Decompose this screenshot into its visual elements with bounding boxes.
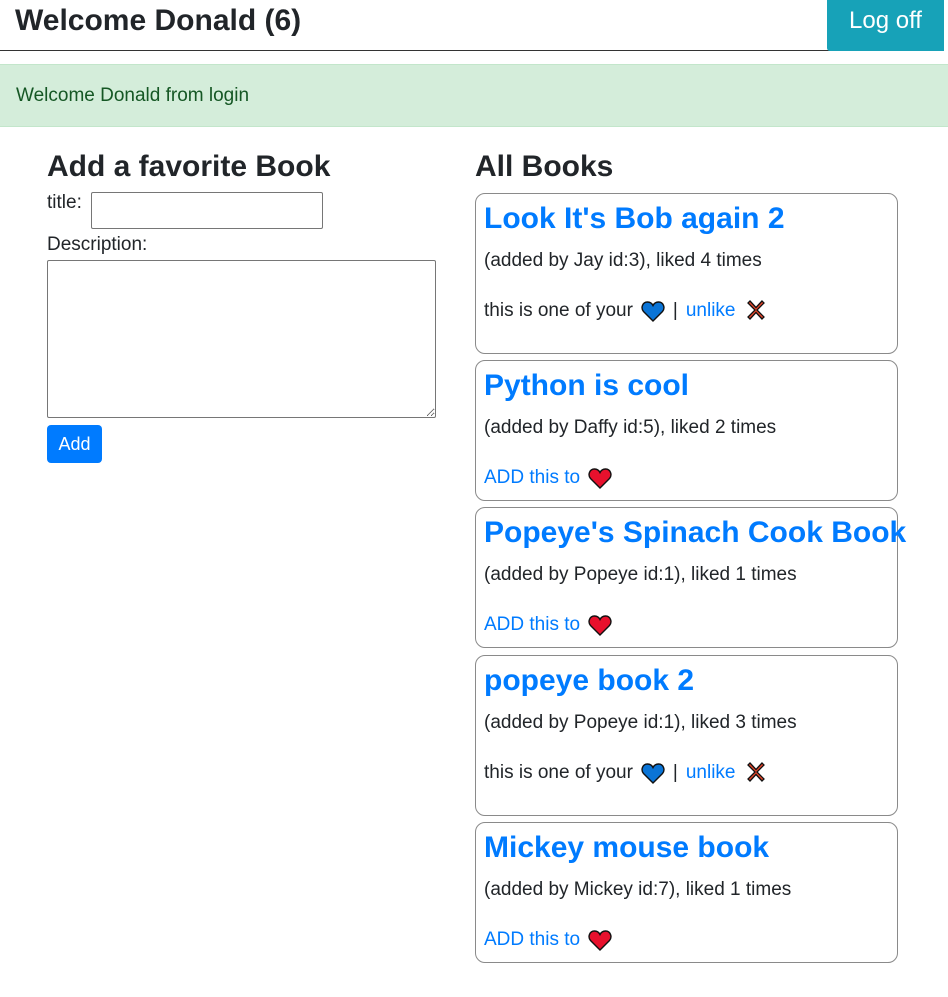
top-bar: Welcome Donald (6) <box>0 0 944 51</box>
cross-icon[interactable] <box>744 300 768 322</box>
unlike-link[interactable]: unlike <box>686 762 736 784</box>
book-meta: (added by Daffy id:5), liked 2 times <box>484 417 777 438</box>
book-card: Python is cool (added by Daffy id:5), li… <box>475 360 898 501</box>
book-meta: (added by Popeye id:1), liked 3 times <box>484 712 797 733</box>
book-meta: (added by Jay id:3), liked 4 times <box>484 250 762 271</box>
add-favorite-link[interactable]: ADD this to <box>484 614 580 636</box>
title-input[interactable] <box>91 192 323 229</box>
page-title: Welcome Donald (6) <box>15 4 302 37</box>
book-title-link[interactable]: Popeye's Spinach Cook Book <box>484 513 906 553</box>
red-heart-icon[interactable] <box>588 929 612 951</box>
add-book-heading: Add a favorite Book <box>47 150 331 183</box>
book-title-link[interactable]: Look It's Bob again 2 <box>484 199 785 239</box>
add-favorite-action: ADD this to <box>484 614 612 636</box>
add-favorite-action: ADD this to <box>484 467 612 489</box>
separator: | <box>672 762 678 783</box>
red-heart-icon[interactable] <box>588 614 612 636</box>
favorite-text: this is one of your <box>484 762 633 783</box>
add-book-button[interactable]: Add <box>47 425 102 463</box>
book-meta: (added by Mickey id:7), liked 1 times <box>484 879 792 900</box>
blue-heart-icon <box>641 301 665 322</box>
unlike-link[interactable]: unlike <box>686 300 736 322</box>
all-books-panel: All Books Look It's Bob again 2 (added b… <box>475 148 906 963</box>
add-favorite-link[interactable]: ADD this to <box>484 929 580 951</box>
description-label: Description: <box>47 234 148 255</box>
all-books-heading: All Books <box>475 150 614 183</box>
separator: | <box>672 300 678 321</box>
flash-message: Welcome Donald from login <box>0 64 948 127</box>
add-favorite-action: ADD this to <box>484 929 612 951</box>
favorite-text: this is one of your <box>484 300 633 321</box>
red-heart-icon[interactable] <box>588 467 612 489</box>
title-label: title: <box>47 192 82 213</box>
book-card: Look It's Bob again 2 (added by Jay id:3… <box>475 193 898 354</box>
book-card: popeye book 2 (added by Popeye id:1), li… <box>475 655 898 816</box>
book-title-link[interactable]: Mickey mouse book <box>484 828 769 868</box>
favorite-status: this is one of your | unlike <box>484 762 768 784</box>
book-title-link[interactable]: popeye book 2 <box>484 661 694 701</box>
favorite-status: this is one of your | unlike <box>484 300 768 322</box>
book-title-link[interactable]: Python is cool <box>484 366 689 406</box>
flash-message-text: Welcome Donald from login <box>16 85 250 106</box>
add-favorite-link[interactable]: ADD this to <box>484 467 580 489</box>
book-card: Mickey mouse book (added by Mickey id:7)… <box>475 822 898 963</box>
add-book-panel: Add a favorite Book title: Description: … <box>47 148 437 463</box>
book-meta: (added by Popeye id:1), liked 1 times <box>484 564 797 585</box>
book-card: Popeye's Spinach Cook Book (added by Pop… <box>475 507 906 648</box>
blue-heart-icon <box>641 763 665 784</box>
cross-icon[interactable] <box>744 762 768 784</box>
description-textarea[interactable] <box>47 260 436 418</box>
log-off-button[interactable]: Log off <box>827 0 944 51</box>
